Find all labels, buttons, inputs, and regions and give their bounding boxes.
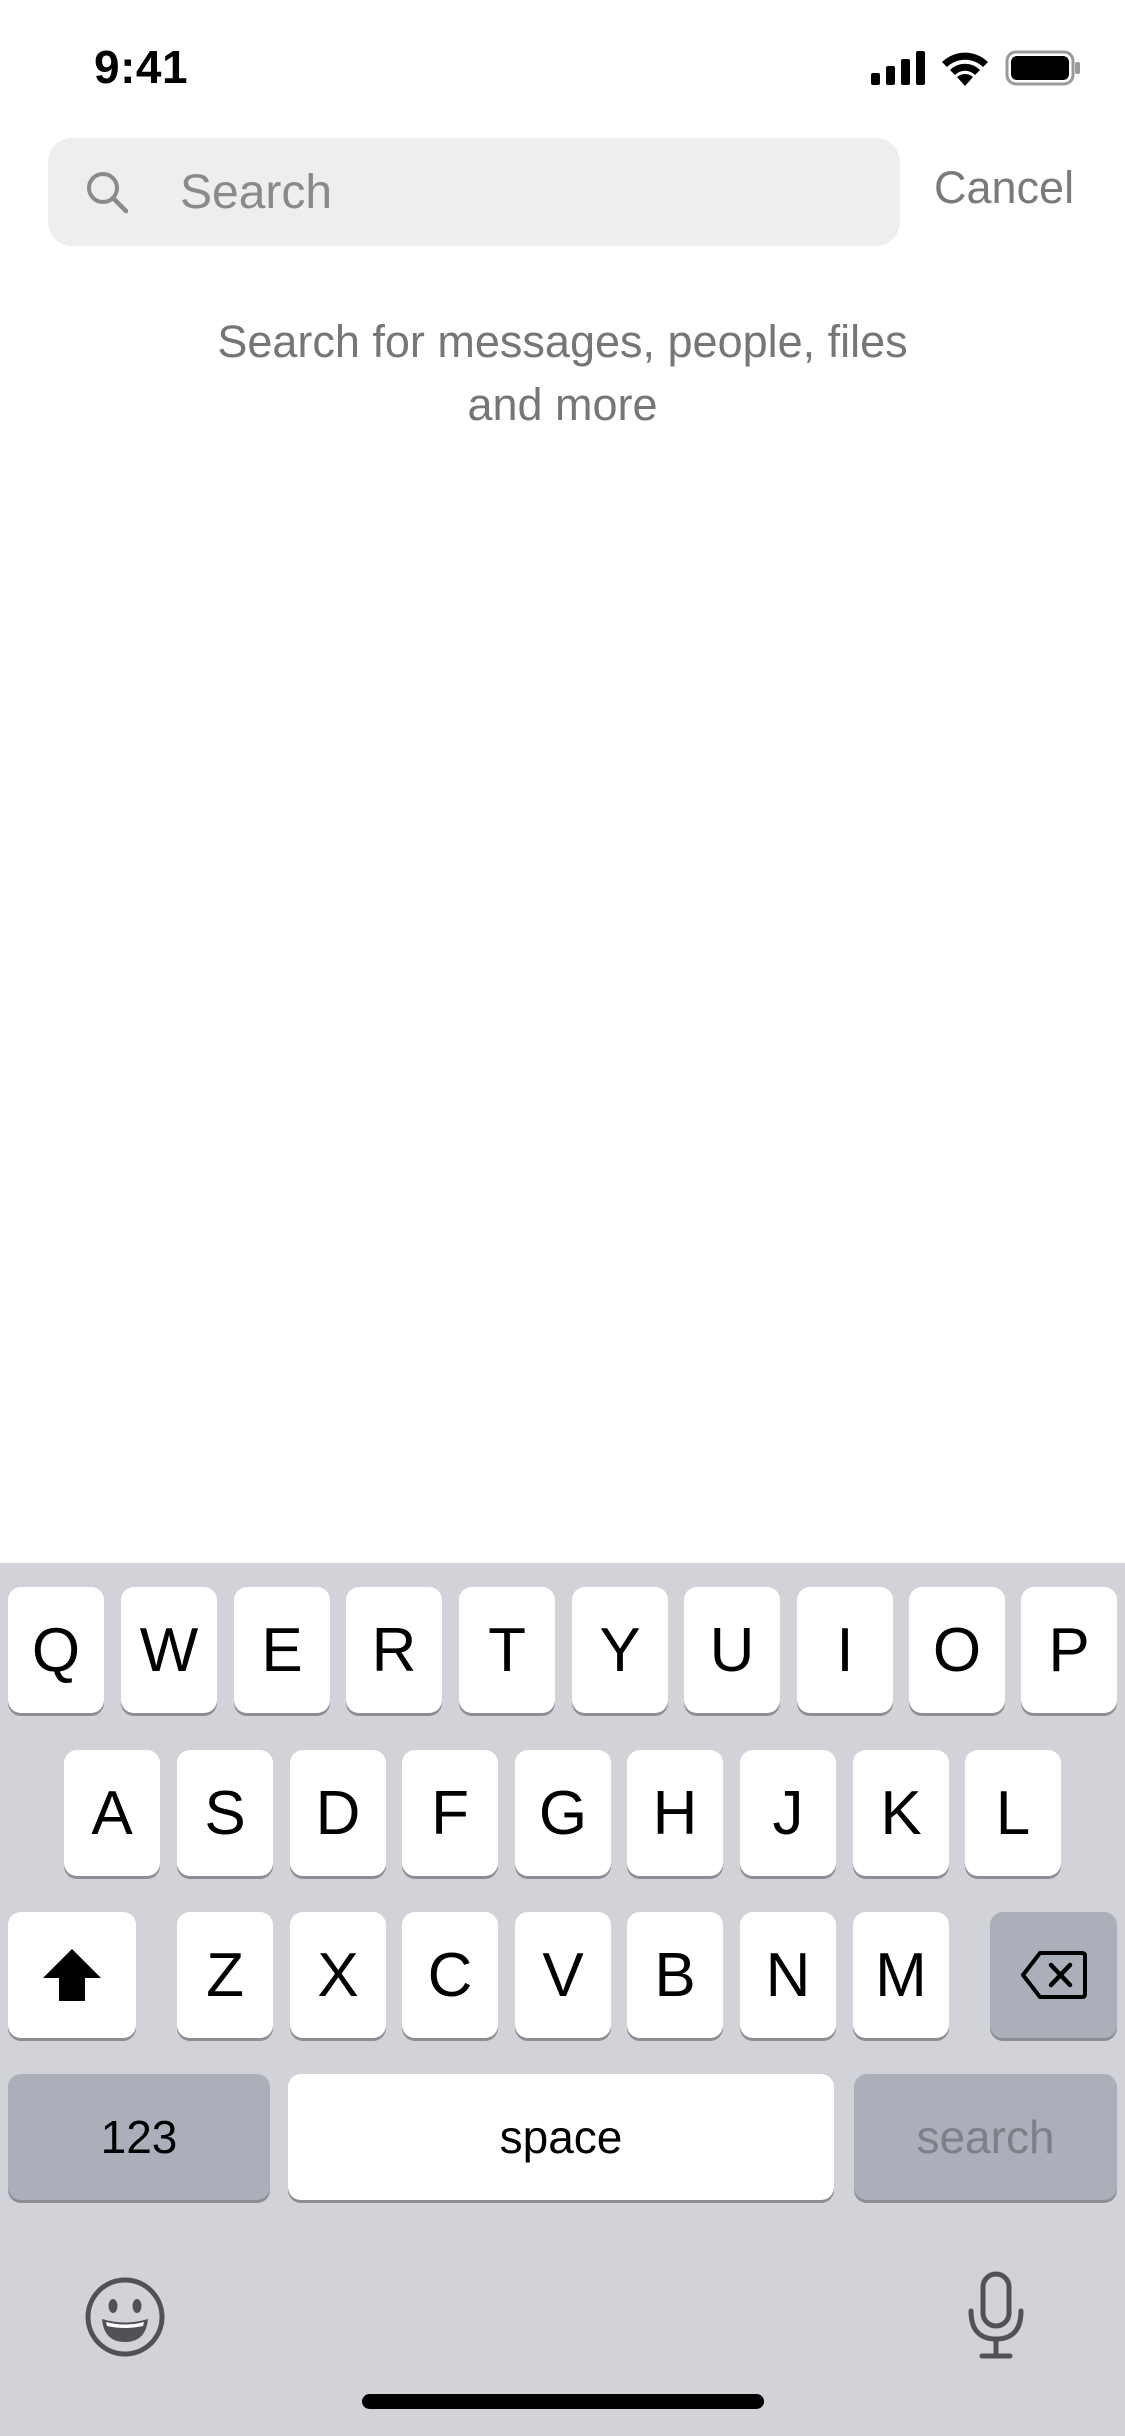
key-l[interactable]: L xyxy=(965,1750,1061,1876)
key-g[interactable]: G xyxy=(515,1750,611,1876)
status-time: 9:41 xyxy=(94,41,189,93)
backspace-key[interactable] xyxy=(990,1912,1117,2038)
emoji-icon[interactable] xyxy=(84,2276,166,2358)
key-m[interactable]: M xyxy=(853,1912,949,2038)
key-i[interactable]: I xyxy=(797,1587,893,1713)
key-w[interactable]: W xyxy=(121,1587,217,1713)
search-field[interactable] xyxy=(48,138,900,246)
empty-state-line-2: and more xyxy=(467,379,658,430)
search-input[interactable] xyxy=(180,138,880,246)
key-c[interactable]: C xyxy=(402,1912,498,2038)
shift-icon xyxy=(43,1949,101,2001)
empty-state-hint: Search for messages, people, files and m… xyxy=(150,310,975,436)
key-n[interactable]: N xyxy=(740,1912,836,2038)
search-icon xyxy=(87,172,129,214)
key-z[interactable]: Z xyxy=(177,1912,273,2038)
key-h[interactable]: H xyxy=(627,1750,723,1876)
key-y[interactable]: Y xyxy=(572,1587,668,1713)
backspace-icon xyxy=(1020,1951,1087,1999)
key-p[interactable]: P xyxy=(1021,1587,1117,1713)
key-d[interactable]: D xyxy=(290,1750,386,1876)
key-o[interactable]: O xyxy=(909,1587,1005,1713)
battery-icon xyxy=(1005,50,1080,86)
keyboard: Q W E R T Y U I O P A S D F G H J K L Z … xyxy=(0,1563,1125,2436)
key-a[interactable]: A xyxy=(64,1750,160,1876)
key-e[interactable]: E xyxy=(234,1587,330,1713)
key-j[interactable]: J xyxy=(740,1750,836,1876)
cancel-button[interactable]: Cancel xyxy=(934,162,1074,214)
key-v[interactable]: V xyxy=(515,1912,611,2038)
home-indicator xyxy=(362,2394,764,2409)
key-f[interactable]: F xyxy=(402,1750,498,1876)
key-r[interactable]: R xyxy=(346,1587,442,1713)
cellular-signal-icon xyxy=(871,51,925,85)
key-x[interactable]: X xyxy=(290,1912,386,2038)
key-t[interactable]: T xyxy=(459,1587,555,1713)
key-k[interactable]: K xyxy=(853,1750,949,1876)
numbers-key[interactable]: 123 xyxy=(8,2074,270,2200)
space-key[interactable]: space xyxy=(288,2074,834,2200)
key-b[interactable]: B xyxy=(627,1912,723,2038)
empty-state-line-1: Search for messages, people, files xyxy=(217,316,908,367)
search-key[interactable]: search xyxy=(854,2074,1117,2200)
key-s[interactable]: S xyxy=(177,1750,273,1876)
status-bar: 9:41 xyxy=(0,0,1125,132)
key-u[interactable]: U xyxy=(684,1587,780,1713)
wifi-icon xyxy=(942,52,988,86)
status-icons xyxy=(871,50,1081,86)
shift-key[interactable] xyxy=(8,1912,136,2038)
key-q[interactable]: Q xyxy=(8,1587,104,1713)
microphone-icon[interactable] xyxy=(966,2271,1026,2361)
